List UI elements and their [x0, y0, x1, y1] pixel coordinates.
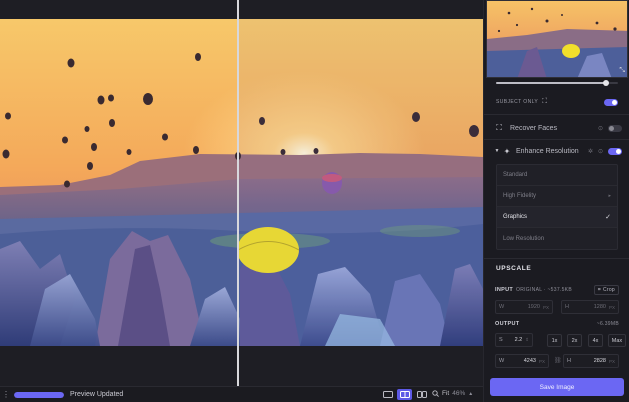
- input-width-value: 1920: [527, 304, 540, 310]
- lock-icon: ⊙: [597, 125, 603, 132]
- view-single-button[interactable]: [380, 389, 395, 400]
- output-header: OUTPUT ~6.39MB: [495, 318, 619, 329]
- enhance-resolution-row[interactable]: ▼ ✦ Enhance Resolution ✲ ⊙: [494, 144, 622, 158]
- model-standard[interactable]: Standard: [497, 165, 617, 186]
- scale-1x-button[interactable]: 1x: [547, 334, 562, 347]
- multiplier-label: 1x: [551, 337, 558, 344]
- model-low-resolution[interactable]: Low Resolution: [497, 228, 617, 249]
- input-height-value: 1280: [593, 304, 606, 310]
- zoom-label: Fit: [442, 390, 450, 397]
- save-image-button[interactable]: Save Image: [490, 378, 624, 396]
- scale-value: 2.2: [514, 337, 523, 343]
- model-list: Standard High Fidelity ▸ Graphics ✓ Low …: [496, 164, 618, 250]
- enhance-resolution-label: Enhance Resolution: [516, 147, 579, 155]
- more-vertical-icon[interactable]: ⋮: [2, 390, 10, 399]
- subject-slider-fill: [496, 82, 606, 84]
- model-label: Low Resolution: [503, 235, 545, 242]
- preview-progress-bar: [14, 391, 64, 398]
- model-high-fidelity[interactable]: High Fidelity ▸: [497, 186, 617, 207]
- split-view-icon: [399, 391, 410, 398]
- status-text: Preview Updated: [70, 391, 124, 398]
- output-label: OUTPUT: [495, 320, 520, 327]
- stepper-icon[interactable]: ⇕: [525, 337, 529, 343]
- scale-2x-button[interactable]: 2x: [567, 334, 582, 347]
- height-key: H: [567, 358, 571, 364]
- enhance-resolution-toggle[interactable]: [608, 147, 622, 155]
- chevron-right-icon: ▸: [608, 193, 611, 199]
- recover-faces-label: Recover Faces: [510, 124, 558, 132]
- status-bar: ⋮ Preview Updated Fit 46% ▲: [0, 386, 483, 402]
- crop-button[interactable]: ⌗ Crop: [593, 284, 619, 295]
- scale-max-button[interactable]: Max: [608, 334, 626, 347]
- recover-faces-row[interactable]: ⛶ Recover Faces ⊙: [494, 121, 622, 135]
- scale-4x-button[interactable]: 4x: [588, 334, 603, 347]
- upscale-section-title: UPSCALE: [496, 265, 532, 272]
- output-meta: ~6.39MB: [596, 320, 619, 327]
- side-by-side-icon: [416, 391, 427, 398]
- compare-split-handle[interactable]: [237, 0, 239, 386]
- input-meta: ORIGINAL · ~537.5KB: [516, 286, 572, 293]
- view-side-by-side-button[interactable]: [414, 389, 429, 400]
- input-label: INPUT: [495, 286, 513, 293]
- link-icon[interactable]: ⛓: [554, 357, 562, 364]
- subject-only-label: SUBJECT ONLY: [496, 99, 539, 105]
- checkmark-icon: ✓: [605, 214, 611, 221]
- height-key: H: [565, 304, 569, 310]
- preview-progress-fill: [14, 391, 64, 398]
- scale-key: S: [499, 337, 503, 343]
- single-view-icon: [382, 391, 393, 398]
- unit-label: PX: [538, 358, 545, 364]
- subject-mask-icon[interactable]: ⛶: [542, 98, 547, 106]
- search-icon: [432, 390, 439, 397]
- view-mode-group: [380, 389, 429, 400]
- unit-label: PX: [608, 304, 615, 310]
- multiplier-label: Max: [611, 337, 623, 344]
- crop-icon: ⌗: [597, 286, 601, 293]
- zoom-percent: 46%: [452, 390, 466, 397]
- chevron-up-icon: ▲: [468, 390, 474, 397]
- image-canvas[interactable]: [0, 0, 483, 386]
- model-label: Graphics: [503, 214, 528, 220]
- lock-icon: ⊙: [597, 148, 603, 155]
- output-height-value: 2828: [593, 358, 606, 364]
- multiplier-label: 4x: [592, 337, 599, 344]
- preview-photo: [0, 19, 483, 346]
- divider: [484, 139, 629, 140]
- app-window: ⋮ Preview Updated Fit 46% ▲ ⤡ SUBJECT ON…: [0, 0, 629, 402]
- navigator-thumbnail[interactable]: [486, 0, 628, 78]
- crop-label: Crop: [602, 286, 615, 293]
- model-label: Standard: [503, 172, 528, 178]
- sparkle-icon: ✦: [503, 146, 511, 156]
- chevron-down-icon[interactable]: ▼: [494, 148, 500, 154]
- divider: [484, 114, 629, 115]
- subject-slider-knob[interactable]: [602, 80, 609, 86]
- subject-only-toggle[interactable]: [604, 98, 618, 106]
- model-label: High Fidelity: [503, 193, 537, 199]
- subject-only-row: SUBJECT ONLY ⛶: [496, 97, 618, 107]
- input-height-field: H 1280 PX: [561, 300, 619, 314]
- subject-strength-slider[interactable]: [496, 80, 618, 86]
- divider: [484, 258, 629, 259]
- input-header: INPUT ORIGINAL · ~537.5KB ⌗ Crop: [495, 284, 619, 295]
- output-width-value: 4243: [523, 358, 536, 364]
- width-key: W: [499, 304, 505, 310]
- unit-label: PX: [542, 304, 549, 310]
- output-height-input[interactable]: H 2828 PX: [563, 354, 619, 368]
- scale-input[interactable]: S 2.2 ⇕: [495, 333, 533, 347]
- recover-faces-toggle[interactable]: [608, 124, 622, 132]
- face-scan-icon: ⛶: [496, 123, 502, 132]
- width-key: W: [499, 358, 505, 364]
- input-width-field: W 1920 PX: [495, 300, 553, 314]
- collapse-icon[interactable]: ⤡: [619, 67, 625, 75]
- settings-panel: ⤡ SUBJECT ONLY ⛶ ⛶ Recover Faces ⊙ ▼ ✦ E…: [483, 0, 629, 402]
- unit-label: PX: [608, 358, 615, 364]
- model-graphics[interactable]: Graphics ✓: [497, 207, 617, 228]
- settings-icon[interactable]: ✲: [588, 148, 593, 155]
- view-split-button[interactable]: [397, 389, 412, 400]
- multiplier-label: 2x: [571, 337, 578, 344]
- output-width-input[interactable]: W 4243 PX: [495, 354, 549, 368]
- zoom-control[interactable]: Fit 46% ▲: [432, 390, 473, 397]
